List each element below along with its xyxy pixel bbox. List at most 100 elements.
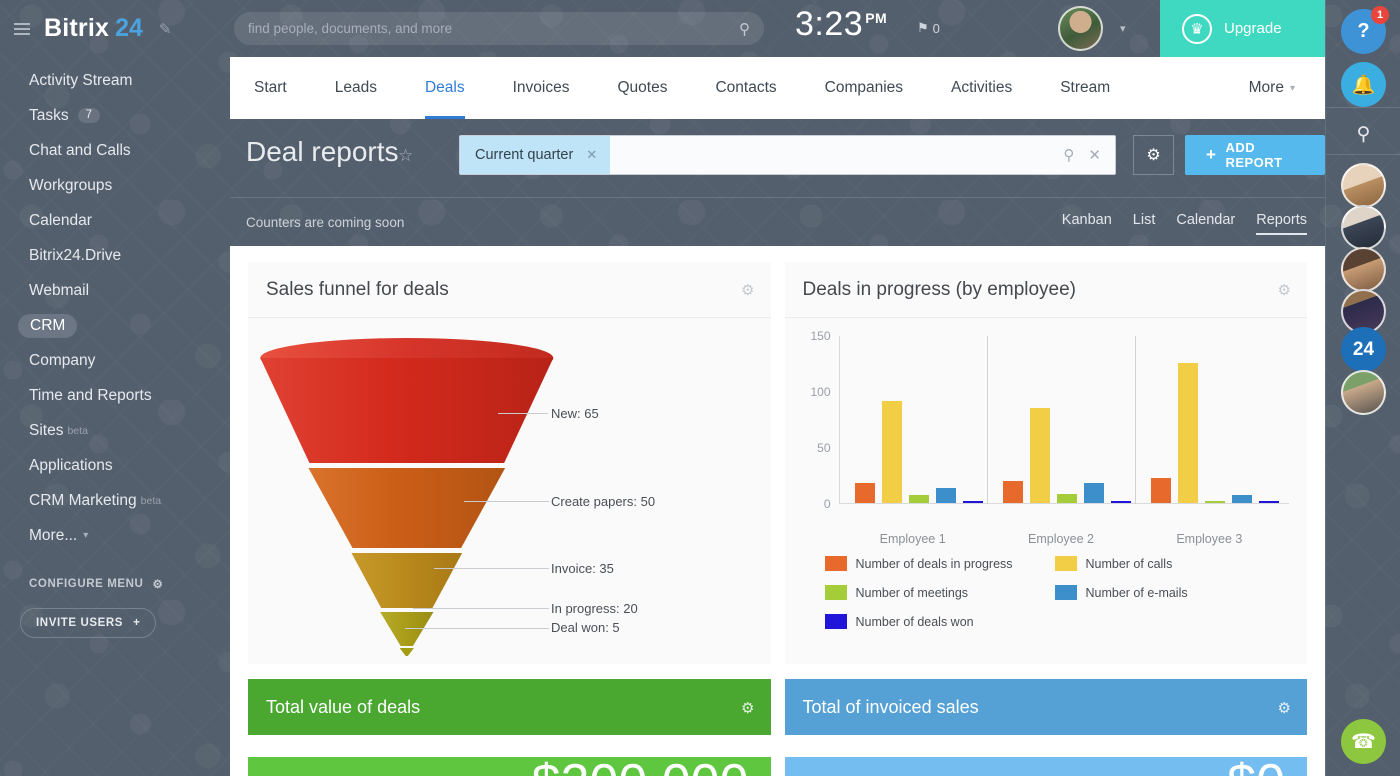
- bar[interactable]: [1111, 501, 1131, 503]
- phone-button[interactable]: ☎: [1341, 719, 1386, 764]
- top-bar: ⚲ 3:23PM ⚑ 0 ▾ ♛ Upgrade: [230, 0, 1400, 57]
- notifications-button[interactable]: 🔔: [1341, 62, 1386, 107]
- bar[interactable]: [855, 483, 875, 503]
- sidebar-item-calendar[interactable]: Calendar: [0, 203, 230, 238]
- funnel-leader-line: [434, 568, 549, 569]
- bar[interactable]: [1259, 501, 1279, 503]
- bar[interactable]: [882, 401, 902, 503]
- avatar[interactable]: [1341, 163, 1386, 208]
- tab-companies[interactable]: Companies: [801, 57, 927, 119]
- card-title: Total of invoiced sales: [803, 697, 979, 718]
- sidebar-item-applications[interactable]: Applications: [0, 448, 230, 483]
- bar[interactable]: [909, 495, 929, 503]
- tab-activities[interactable]: Activities: [927, 57, 1036, 119]
- tab-stream[interactable]: Stream: [1036, 57, 1134, 119]
- widget-title: Deals in progress (by employee): [803, 279, 1077, 301]
- funnel-chart: New: 65 Create papers: 50 Invoice: 35 In…: [248, 318, 771, 664]
- help-button[interactable]: ? 1: [1341, 9, 1386, 54]
- tab-deals[interactable]: Deals: [401, 57, 489, 119]
- sidebar-item-more[interactable]: More...▾: [0, 518, 230, 553]
- filter-bar[interactable]: Current quarter ✕ ⚲ ✕: [459, 135, 1116, 175]
- tab-invoices[interactable]: Invoices: [489, 57, 594, 119]
- sidebar-item-crm[interactable]: CRM: [0, 308, 230, 343]
- tab-leads[interactable]: Leads: [311, 57, 401, 119]
- tab-quotes[interactable]: Quotes: [593, 57, 691, 119]
- sidebar-item-activity-stream[interactable]: Activity Stream: [0, 63, 230, 98]
- view-list[interactable]: List: [1133, 212, 1156, 233]
- filter-chip-current-quarter[interactable]: Current quarter ✕: [460, 136, 610, 174]
- bar[interactable]: [1178, 363, 1198, 503]
- bar[interactable]: [1057, 494, 1077, 503]
- search-input[interactable]: [248, 21, 739, 36]
- gear-icon[interactable]: ⚙: [1278, 281, 1291, 299]
- y-axis: [839, 336, 840, 504]
- bar[interactable]: [1232, 495, 1252, 503]
- sidebar-item-crm-marketing[interactable]: CRM Marketingbeta: [0, 483, 230, 518]
- sidebar-item-sites[interactable]: Sitesbeta: [0, 413, 230, 448]
- tab-start[interactable]: Start: [230, 57, 311, 119]
- flag-counter[interactable]: ⚑ 0: [917, 20, 940, 36]
- y-axis-tick: 150: [810, 329, 830, 343]
- legend-item[interactable]: Number of meetings: [825, 585, 1055, 600]
- gear-icon[interactable]: ⚙: [741, 281, 754, 299]
- view-kanban[interactable]: Kanban: [1062, 212, 1112, 233]
- tab-more[interactable]: More ▾: [1225, 57, 1325, 119]
- avatar[interactable]: [1341, 205, 1386, 250]
- avatar[interactable]: [1341, 370, 1386, 415]
- clear-filter-icon[interactable]: ✕: [1088, 146, 1101, 164]
- card-total-of-invoiced-sales[interactable]: Total of invoiced sales ⚙ $0: [785, 679, 1308, 776]
- view-reports[interactable]: Reports: [1256, 212, 1307, 233]
- page-header: Deal reports ☆ Current quarter ✕ ⚲ ✕ ⚙ +…: [230, 119, 1325, 197]
- bar[interactable]: [1030, 408, 1050, 503]
- avatar[interactable]: [1341, 247, 1386, 292]
- tab-label: Activities: [951, 79, 1012, 97]
- search-icon[interactable]: ⚲: [1063, 146, 1074, 164]
- legend-item[interactable]: Number of deals won: [825, 614, 1055, 629]
- legend-item[interactable]: Number of e-mails: [1055, 585, 1255, 600]
- gear-icon[interactable]: ⚙: [741, 699, 754, 717]
- sidebar-item-tasks[interactable]: Tasks7: [0, 98, 230, 133]
- legend-swatch: [825, 556, 847, 571]
- rail-search-button[interactable]: ⚲: [1341, 112, 1386, 157]
- divider: [1326, 154, 1400, 155]
- pencil-icon[interactable]: ✎: [159, 20, 172, 38]
- configure-menu-button[interactable]: CONFIGURE MENU ⚙: [29, 577, 230, 591]
- global-search[interactable]: ⚲: [234, 12, 764, 45]
- sidebar-item-company[interactable]: Company: [0, 343, 230, 378]
- favorite-star-icon[interactable]: ☆: [398, 146, 413, 166]
- sidebar-item-bitrix24-drive[interactable]: Bitrix24.Drive: [0, 238, 230, 273]
- chevron-down-icon[interactable]: ▾: [1120, 22, 1126, 35]
- funnel-label-invoice: Invoice: 35: [551, 561, 614, 576]
- beta-tag: beta: [67, 425, 87, 437]
- user-avatar[interactable]: [1058, 6, 1103, 51]
- search-icon[interactable]: ⚲: [739, 20, 750, 38]
- bar[interactable]: [936, 488, 956, 503]
- filter-settings-button[interactable]: ⚙: [1133, 135, 1174, 175]
- sidebar-item-label: Activity Stream: [29, 72, 132, 90]
- bar[interactable]: [1084, 483, 1104, 503]
- sidebar-item-time-and-reports[interactable]: Time and Reports: [0, 378, 230, 413]
- bar[interactable]: [963, 501, 983, 503]
- card-total-value-of-deals[interactable]: Total value of deals ⚙ $200 000: [248, 679, 771, 776]
- invite-users-button[interactable]: INVITE USERS +: [20, 608, 156, 638]
- sidebar-item-workgroups[interactable]: Workgroups: [0, 168, 230, 203]
- sidebar-item-webmail[interactable]: Webmail: [0, 273, 230, 308]
- bar[interactable]: [1003, 481, 1023, 503]
- bar-chart-plot: 050100150Employee 1Employee 2Employee 3: [839, 336, 1290, 504]
- sidebar-item-chat-and-calls[interactable]: Chat and Calls: [0, 133, 230, 168]
- close-icon[interactable]: ✕: [586, 147, 597, 163]
- tab-contacts[interactable]: Contacts: [691, 57, 800, 119]
- help-icon: ?: [1357, 20, 1369, 43]
- brand-logo[interactable]: Bitrix 24 ✎: [0, 0, 230, 57]
- upgrade-button[interactable]: ♛ Upgrade: [1160, 0, 1325, 57]
- add-report-button[interactable]: + ADD REPORT: [1185, 135, 1325, 175]
- bar[interactable]: [1205, 501, 1225, 503]
- bar[interactable]: [1151, 478, 1171, 503]
- rail-counter-24[interactable]: 24: [1341, 327, 1386, 372]
- gear-icon[interactable]: ⚙: [1278, 699, 1291, 717]
- menu-toggle-icon[interactable]: [14, 23, 30, 35]
- tab-label: Contacts: [715, 79, 776, 97]
- legend-item[interactable]: Number of deals in progress: [825, 556, 1055, 571]
- view-calendar[interactable]: Calendar: [1176, 212, 1235, 233]
- legend-item[interactable]: Number of calls: [1055, 556, 1255, 571]
